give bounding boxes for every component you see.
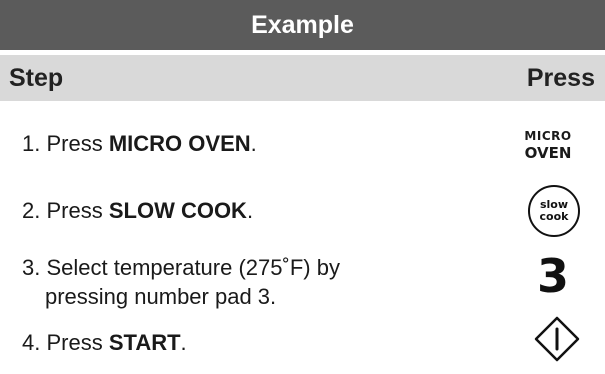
step-2-suffix: . <box>246 198 254 223</box>
step-4-key: START <box>108 330 181 355</box>
step-4: 4. Press START. <box>22 328 187 357</box>
step-1-suffix: . <box>250 131 257 156</box>
micro-oven-button[interactable]: MICRO OVEN <box>513 123 583 167</box>
step-1-key: MICRO OVEN <box>108 131 251 156</box>
step-3-line1: Select temperature (275˚F) by <box>46 255 340 280</box>
step-3: 3. Select temperature (275˚F) by pressin… <box>22 253 340 311</box>
micro-oven-label-line1: MICRO <box>524 128 572 143</box>
example-title-bar: Example <box>0 0 605 50</box>
step-1-prefix: Press <box>46 131 109 156</box>
press-column-header: Press <box>526 64 595 92</box>
start-diamond-icon[interactable] <box>534 316 580 362</box>
step-2-prefix: Press <box>46 198 109 223</box>
slow-cook-label-line2: cook <box>539 210 569 223</box>
step-4-number: 4. <box>22 330 41 355</box>
step-1: 1. Press MICRO OVEN. <box>22 129 257 158</box>
step-2: 2. Press SLOW COOK. <box>22 196 253 225</box>
number-pad-3-button[interactable]: 3 <box>529 249 577 303</box>
slow-cook-button[interactable]: slow cook <box>528 185 580 237</box>
example-title: Example <box>251 10 354 39</box>
step-3-line2: pressing number pad 3. <box>45 284 277 309</box>
step-4-suffix: . <box>180 330 187 355</box>
start-diamond-shape <box>534 316 580 362</box>
table-header: Step Press <box>0 55 605 101</box>
step-3-number: 3. <box>22 255 41 280</box>
number-pad-3-label: 3 <box>536 249 569 303</box>
step-2-key: SLOW COOK <box>108 198 247 223</box>
step-1-number: 1. <box>22 131 41 156</box>
step-column-header: Step <box>9 64 64 92</box>
step-4-prefix: Press <box>46 330 109 355</box>
micro-oven-label-line2: OVEN <box>524 143 572 162</box>
step-2-number: 2. <box>22 198 41 223</box>
